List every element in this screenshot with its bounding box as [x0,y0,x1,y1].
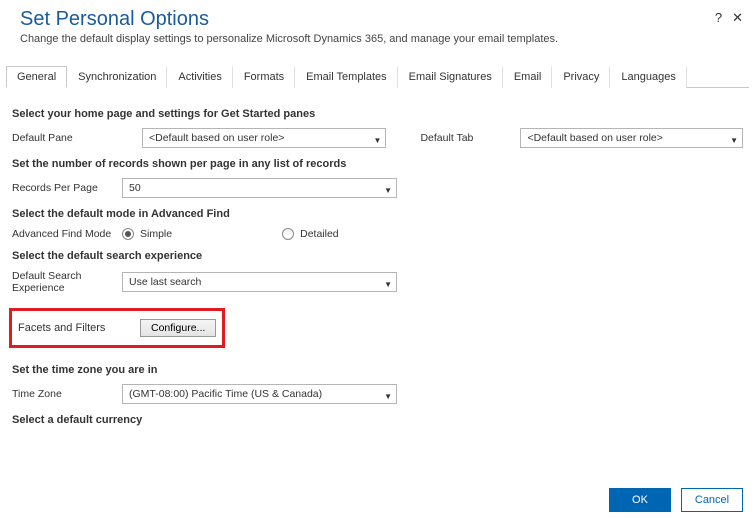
section-currency-title: Select a default currency [12,414,743,426]
close-icon[interactable]: ✕ [732,10,743,26]
section-advfind-title: Select the default mode in Advanced Find [12,208,743,220]
tab-privacy[interactable]: Privacy [552,66,610,88]
default-tab-label: Default Tab [420,132,500,144]
section-timezone-title: Set the time zone you are in [12,364,743,376]
help-icon[interactable]: ? [715,10,722,26]
page-subtitle: Change the default display settings to p… [20,33,735,45]
configure-button[interactable]: Configure... [140,319,216,337]
tab-email-signatures[interactable]: Email Signatures [398,66,503,88]
default-pane-select[interactable]: <Default based on user role> [142,128,386,148]
content-area: Select your home page and settings for G… [0,88,755,458]
tab-languages[interactable]: Languages [610,66,686,88]
facets-highlight-box: Facets and Filters Configure... [9,308,225,348]
tab-email[interactable]: Email [503,66,553,88]
default-search-exp-select[interactable]: Use last search [122,272,397,292]
radio-simple-label: Simple [140,228,172,240]
time-zone-label: Time Zone [12,388,122,400]
tab-synchronization[interactable]: Synchronization [67,66,167,88]
default-search-exp-label: Default Search Experience [12,270,122,294]
default-tab-select[interactable]: <Default based on user role> [520,128,743,148]
page-title: Set Personal Options [20,8,735,31]
tab-email-templates[interactable]: Email Templates [295,66,398,88]
radio-detailed[interactable] [282,228,294,240]
records-per-page-label: Records Per Page [12,182,122,194]
default-pane-label: Default Pane [12,132,122,144]
tab-activities[interactable]: Activities [167,66,232,88]
radio-simple[interactable] [122,228,134,240]
ok-button[interactable]: OK [609,488,671,512]
records-per-page-select[interactable]: 50 [122,178,397,198]
advanced-find-mode-label: Advanced Find Mode [12,228,122,240]
tab-formats[interactable]: Formats [233,66,295,88]
tab-bar: General Synchronization Activities Forma… [6,65,749,88]
tab-general[interactable]: General [6,66,67,88]
time-zone-select[interactable]: (GMT-08:00) Pacific Time (US & Canada) [122,384,397,404]
cancel-button[interactable]: Cancel [681,488,743,512]
section-search-title: Select the default search experience [12,250,743,262]
radio-detailed-label: Detailed [300,228,339,240]
section-records-title: Set the number of records shown per page… [12,158,743,170]
facets-filters-label: Facets and Filters [18,322,128,334]
section-homepage-title: Select your home page and settings for G… [12,108,743,120]
